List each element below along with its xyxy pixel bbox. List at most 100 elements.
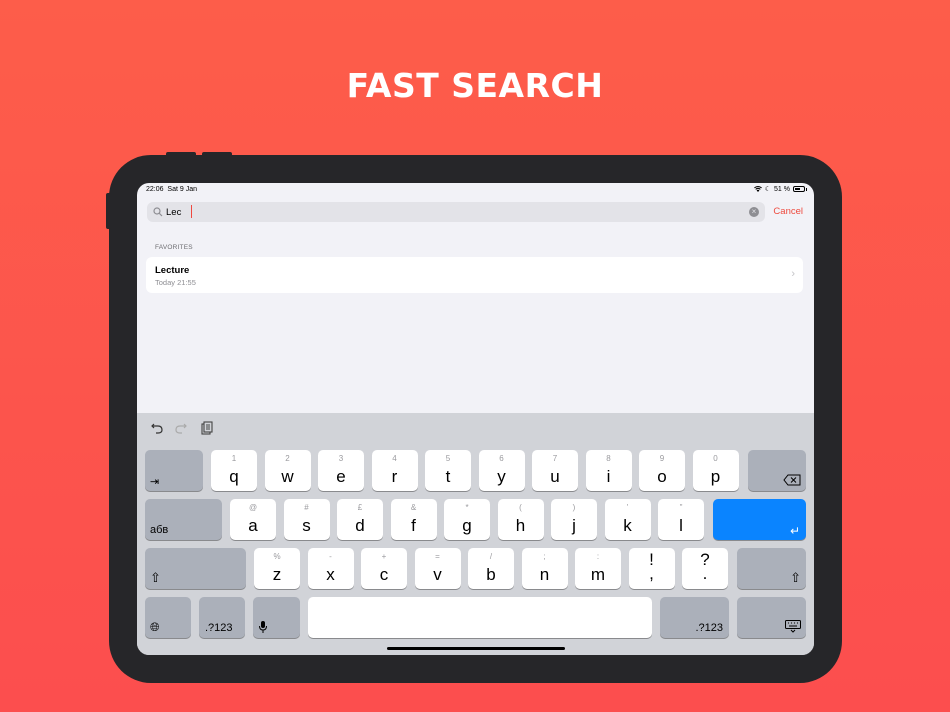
key-label: q <box>229 467 239 486</box>
key-p[interactable]: 0p <box>692 450 739 491</box>
key-o[interactable]: 9o <box>639 450 685 491</box>
tab-key[interactable]: ⇥ <box>145 450 203 491</box>
shift-key-left[interactable]: ⇧ <box>145 548 246 589</box>
key-t[interactable]: 5t <box>425 450 471 491</box>
paste-icon[interactable] <box>201 421 213 435</box>
key-label: l <box>679 516 683 535</box>
key-alt-label: ) <box>572 503 576 512</box>
search-input[interactable] <box>166 206 741 218</box>
key-alt-label: @ <box>248 503 258 512</box>
search-icon <box>153 207 163 217</box>
key-m[interactable]: :m <box>575 548 621 589</box>
numbers-key-left[interactable]: .?123 <box>199 597 245 638</box>
tab-icon: ⇥ <box>150 476 160 488</box>
key-alt-label: 7 <box>552 454 558 463</box>
key-alt-label: ( <box>519 503 522 512</box>
undo-icon[interactable] <box>151 421 163 435</box>
list-item[interactable]: Lecture Today 21:55 › <box>146 257 803 293</box>
key-d[interactable]: £ d <box>337 499 383 540</box>
key-label: g <box>462 516 472 535</box>
key-w[interactable]: 2w <box>264 450 311 491</box>
key-label: v <box>433 565 442 584</box>
key-alt-label: * <box>465 503 469 512</box>
key-j[interactable]: ) j <box>551 499 597 540</box>
key-c[interactable]: + c <box>361 548 407 589</box>
language-label: абв <box>150 524 169 536</box>
key-label: s <box>302 516 311 535</box>
key-label: j <box>572 516 576 535</box>
key-question[interactable]: .? <box>682 548 728 589</box>
status-bar: 22:06 Sat 9 Jan ☾ 51 % <box>137 183 814 197</box>
side-button <box>106 193 111 229</box>
space-bar[interactable] <box>308 597 652 638</box>
key-alt-label: # <box>304 503 309 512</box>
key-alt-label: ' <box>626 503 629 512</box>
key-k[interactable]: ' k <box>604 499 651 540</box>
headline: FAST SEARCH <box>346 66 604 105</box>
microphone-icon <box>259 621 267 633</box>
key-y[interactable]: 6y <box>478 450 525 491</box>
text-caret <box>191 205 192 218</box>
shift-icon: ⇧ <box>790 570 801 585</box>
dismiss-keyboard-key[interactable] <box>737 597 806 638</box>
key-alt-label: 6 <box>499 454 504 463</box>
key-q[interactable]: 1q <box>211 450 257 491</box>
key-label: h <box>515 516 526 535</box>
key-a[interactable]: @ a <box>230 499 276 540</box>
key-alt-label: 9 <box>659 454 665 463</box>
key-alt-label: 2 <box>285 454 290 463</box>
key-label: o <box>657 467 667 486</box>
key-l[interactable]: " l <box>658 499 704 540</box>
keyboard-dismiss-icon <box>785 620 801 633</box>
numbers-label: .?123 <box>205 622 233 634</box>
item-subtitle: Today 21:55 <box>155 278 196 287</box>
return-key[interactable]: ↵ <box>713 499 806 540</box>
key-exclamation[interactable]: ,! <box>628 548 675 589</box>
dictation-key[interactable] <box>253 597 300 638</box>
section-header: FAVORITES <box>155 244 193 251</box>
key-alt-label: 5 <box>445 454 451 463</box>
key-s[interactable]: # s <box>283 499 330 540</box>
screen: 22:06 Sat 9 Jan ☾ 51 % × Cancel FAVORITE… <box>137 183 814 655</box>
shift-icon: ⇧ <box>150 570 161 585</box>
key-r[interactable]: 4r <box>371 450 418 491</box>
status-time: 22:06 Sat 9 Jan <box>146 186 197 193</box>
battery-icon <box>793 186 807 192</box>
search-bar[interactable]: × <box>147 202 765 222</box>
moon-icon: ☾ <box>764 186 772 193</box>
globe-icon: 🌐︎ <box>150 620 160 634</box>
key-f[interactable]: & f <box>390 499 437 540</box>
keyboard: ⇥ 1q2w3e4r5t6y7u8i9o0p абв @ a # s £ d & f * g(h)… <box>137 413 814 655</box>
key-i[interactable]: 8i <box>585 450 632 491</box>
key-n[interactable]: ; n <box>521 548 568 589</box>
top-button <box>202 152 232 157</box>
key-x[interactable]: -x <box>307 548 354 589</box>
key-e[interactable]: 3e <box>318 450 364 491</box>
key-alt-label: 0 <box>713 454 718 463</box>
key-z[interactable]: % z <box>254 548 300 589</box>
status-right: ☾ 51 % <box>753 185 807 193</box>
key-label: b <box>486 565 496 584</box>
key-label: r <box>391 467 398 486</box>
language-key[interactable]: абв <box>145 499 222 540</box>
clear-icon[interactable]: × <box>749 207 759 217</box>
key-label: a <box>248 516 258 535</box>
globe-key[interactable]: 🌐︎ <box>145 597 191 638</box>
key-v[interactable]: = v <box>414 548 461 589</box>
key-label: z <box>272 565 282 584</box>
key-alt-label: & <box>410 503 417 512</box>
key-label: y <box>497 467 506 486</box>
key-label: k <box>623 516 632 535</box>
delete-key[interactable] <box>748 450 806 491</box>
key-g[interactable]: * g <box>444 499 490 540</box>
key-alt-label: 4 <box>392 454 397 463</box>
numbers-key-right[interactable]: .?123 <box>660 597 729 638</box>
key-h[interactable]: (h <box>497 499 544 540</box>
key-label: p <box>710 467 721 486</box>
shift-key-right[interactable]: ⇧ <box>737 548 806 589</box>
key-label: u <box>550 467 560 486</box>
redo-icon[interactable] <box>175 421 187 435</box>
cancel-button[interactable]: Cancel <box>773 206 803 217</box>
key-b[interactable]: / b <box>468 548 514 589</box>
key-u[interactable]: 7u <box>532 450 578 491</box>
